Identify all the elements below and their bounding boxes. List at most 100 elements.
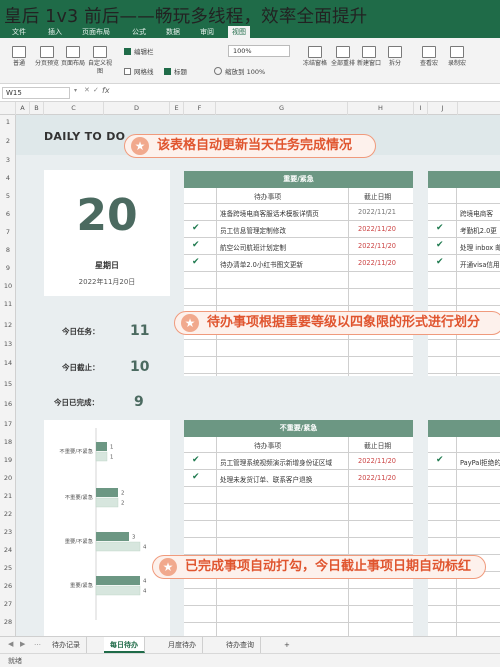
table-row[interactable] xyxy=(184,538,413,555)
row-header[interactable]: 8 xyxy=(0,246,16,254)
row-header[interactable]: 18 xyxy=(0,438,16,446)
column-header[interactable]: G xyxy=(216,102,348,115)
table-row[interactable]: ✔ PayPal拒绝的 xyxy=(428,453,500,470)
table-row[interactable] xyxy=(428,606,500,623)
table-row[interactable]: ✔ 处理 inbox 邮 xyxy=(428,238,500,255)
table-row[interactable]: ✔ 开通visa信用 xyxy=(428,255,500,272)
table-row[interactable] xyxy=(428,538,500,555)
row-header[interactable]: 20 xyxy=(0,474,16,482)
table-row[interactable]: ✔ 航空公司航班计划定制 2022/11/20 xyxy=(184,238,413,255)
row-header[interactable]: 7 xyxy=(0,228,16,236)
table-row[interactable] xyxy=(428,589,500,606)
table-row[interactable] xyxy=(184,521,413,538)
gridlines-checkbox[interactable]: 网格线 xyxy=(124,66,154,76)
table-row[interactable] xyxy=(184,340,413,357)
column-header[interactable]: C xyxy=(44,102,104,115)
row-header[interactable]: 16 xyxy=(0,400,16,408)
new-window-button[interactable]: 新建窗口 xyxy=(356,46,382,68)
column-header[interactable]: A xyxy=(16,102,30,115)
column-header[interactable]: F xyxy=(184,102,216,115)
row-header[interactable]: 5 xyxy=(0,192,16,200)
table-row[interactable] xyxy=(428,470,500,487)
headings-checkbox[interactable]: 标题 xyxy=(164,66,187,76)
chevron-down-icon[interactable]: ▾ xyxy=(74,87,77,94)
table-row[interactable]: ✔ 待办清单2.0小红书图文更新 2022/11/20 xyxy=(184,255,413,272)
row-header[interactable]: 27 xyxy=(0,600,16,608)
view-macros-button[interactable]: 查看宏 xyxy=(416,46,442,68)
select-all-corner[interactable] xyxy=(0,102,16,115)
table-row[interactable] xyxy=(184,606,413,623)
cancel-icon[interactable]: ✕ xyxy=(84,86,90,94)
split-button[interactable]: 拆分 xyxy=(382,46,408,68)
page-break-preview-button[interactable]: 分页预览 xyxy=(34,46,60,68)
table-row[interactable] xyxy=(184,589,413,606)
row-header[interactable]: 19 xyxy=(0,456,16,464)
freeze-panes-button[interactable]: 冻结窗格 xyxy=(302,46,328,68)
zoom-to-100-button[interactable]: 缩放到 100% xyxy=(214,66,265,76)
row-header[interactable]: 4 xyxy=(0,174,16,182)
sheet-tab-active[interactable]: 每日待办 xyxy=(104,637,145,653)
table-row[interactable] xyxy=(428,340,500,357)
table-row[interactable]: 跨境电商客 xyxy=(428,204,500,221)
table-row[interactable]: ✔ 员工信息管理定制修改 2022/11/20 xyxy=(184,221,413,238)
column-header[interactable]: D xyxy=(104,102,170,115)
row-header[interactable]: 14 xyxy=(0,359,16,367)
table-row[interactable] xyxy=(184,272,413,289)
table-row[interactable] xyxy=(428,357,500,374)
row-header[interactable]: 1 xyxy=(0,118,16,126)
row-header[interactable]: 3 xyxy=(0,156,16,164)
table-row[interactable]: ✔ 考勤机2.0更 xyxy=(428,221,500,238)
custom-view-button[interactable]: 自定义视图 xyxy=(86,46,114,76)
sheet-tab[interactable]: 待办查询 xyxy=(220,637,261,653)
record-macro-button[interactable]: 录制宏 xyxy=(444,46,470,68)
table-row[interactable] xyxy=(428,487,500,504)
row-header[interactable]: 21 xyxy=(0,492,16,500)
column-header[interactable]: H xyxy=(348,102,414,115)
column-header-k[interactable] xyxy=(458,102,500,115)
page-layout-button[interactable]: 页面布局 xyxy=(60,46,86,68)
row-header[interactable]: 17 xyxy=(0,420,16,428)
sheet-tab[interactable]: 待办记录 xyxy=(46,637,87,653)
formula-input[interactable] xyxy=(116,87,496,99)
table-row[interactable] xyxy=(184,357,413,374)
column-header[interactable]: J xyxy=(428,102,458,115)
column-header[interactable]: I xyxy=(414,102,428,115)
row-header[interactable]: 9 xyxy=(0,264,16,272)
column-header[interactable]: B xyxy=(30,102,44,115)
table-row[interactable]: 准备跨境电商客服话术模板详情页 2022/11/21 xyxy=(184,204,413,221)
arrange-all-button[interactable]: 全部重排 xyxy=(330,46,356,68)
table-row[interactable]: ✔ 员工管理系统视频演示新增身份证区域 2022/11/20 xyxy=(184,453,413,470)
formula-bar-checkbox[interactable]: 编辑栏 xyxy=(124,46,154,56)
table-row[interactable] xyxy=(428,504,500,521)
prev-sheet-icon[interactable]: ◀ xyxy=(8,640,13,648)
more-icon[interactable]: … xyxy=(34,639,41,647)
next-sheet-icon[interactable]: ▶ xyxy=(20,640,25,648)
column-header[interactable]: E xyxy=(170,102,184,115)
table-row[interactable] xyxy=(184,487,413,504)
row-header[interactable]: 13 xyxy=(0,340,16,348)
table-row[interactable] xyxy=(428,272,500,289)
table-row[interactable] xyxy=(184,504,413,521)
row-header[interactable]: 28 xyxy=(0,618,16,626)
row-header[interactable]: 15 xyxy=(0,380,16,388)
row-header[interactable]: 23 xyxy=(0,528,16,536)
table-row[interactable] xyxy=(428,521,500,538)
zoom-select[interactable]: 100% xyxy=(228,45,290,57)
confirm-icon[interactable]: ✓ xyxy=(93,86,99,94)
sheet-tab[interactable]: 月度待办 xyxy=(162,637,203,653)
table-row[interactable]: ✔ 处理未发货订单、联系客户退换 2022/11/20 xyxy=(184,470,413,487)
table-row[interactable] xyxy=(184,289,413,306)
row-header[interactable]: 6 xyxy=(0,210,16,218)
normal-view-button[interactable]: 普通 xyxy=(6,46,32,68)
table-row[interactable] xyxy=(428,289,500,306)
row-header[interactable]: 12 xyxy=(0,321,16,329)
function-icon[interactable]: fx xyxy=(102,86,110,95)
row-header[interactable]: 24 xyxy=(0,546,16,554)
row-header[interactable]: 2 xyxy=(0,137,16,145)
row-header[interactable]: 26 xyxy=(0,582,16,590)
add-sheet-button[interactable]: + xyxy=(278,637,296,653)
row-header[interactable]: 11 xyxy=(0,300,16,308)
row-header[interactable]: 22 xyxy=(0,510,16,518)
name-box[interactable]: W15 xyxy=(2,87,70,99)
row-header[interactable]: 25 xyxy=(0,564,16,572)
